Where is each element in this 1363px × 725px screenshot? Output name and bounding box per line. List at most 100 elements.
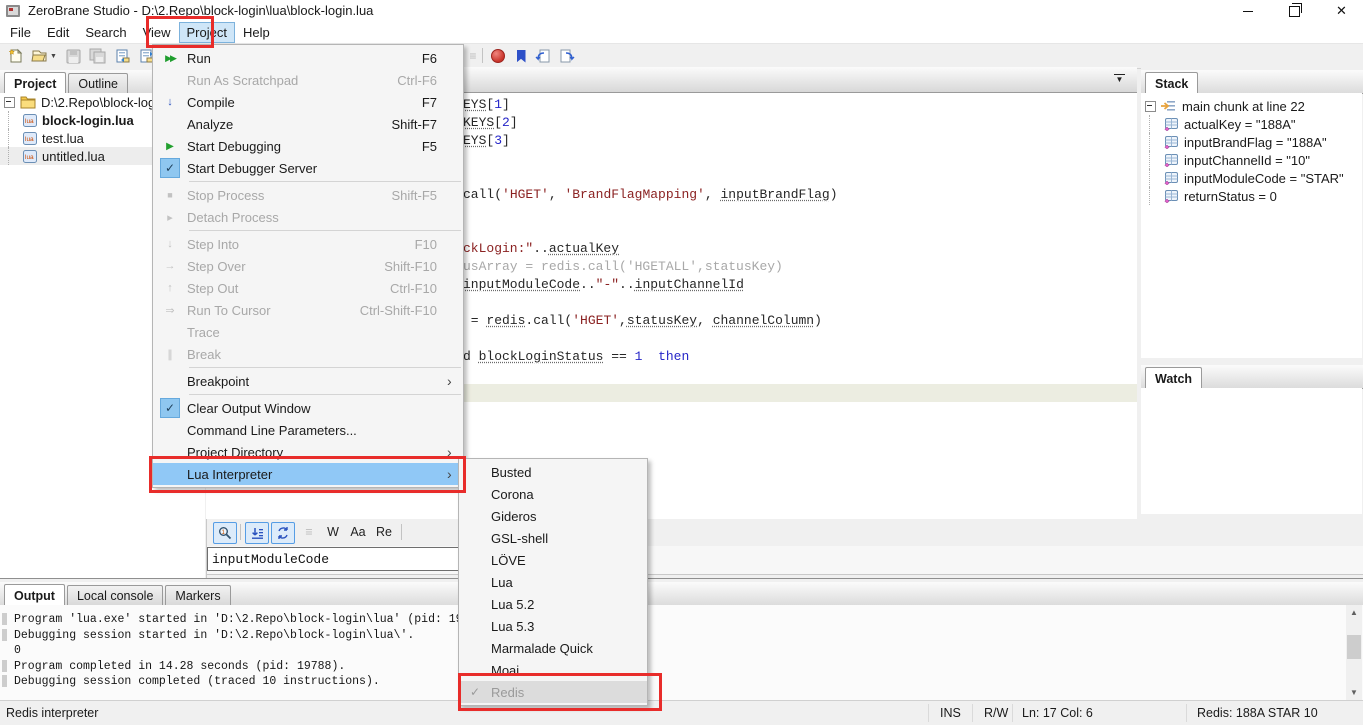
- stack-variable-row[interactable]: inputChannelId = "10": [1141, 151, 1362, 169]
- scrollbar-thumb[interactable]: [1347, 635, 1361, 659]
- wrap-around-icon[interactable]: [271, 522, 295, 544]
- status-cursor-position: Ln: 17 Col: 6: [1022, 706, 1093, 720]
- code-line-15[interactable]: d blockLoginStatus == 1 then: [463, 348, 689, 366]
- menu-item-step-into[interactable]: ↓Step IntoF10: [153, 233, 463, 255]
- submenu-item-marmalade-quick[interactable]: Marmalade Quick: [459, 637, 647, 659]
- code-line-13[interactable]: = redis.call('HGET',statusKey, channelCo…: [463, 312, 822, 330]
- tab-outline[interactable]: Outline: [68, 73, 128, 93]
- submenu-item-redis[interactable]: ✓Redis: [459, 681, 647, 703]
- restore-button[interactable]: [1272, 0, 1317, 22]
- code-token: ..: [533, 241, 549, 256]
- code-line-9[interactable]: ckLogin:"..actualKey: [463, 240, 619, 258]
- open-file-icon[interactable]: [30, 47, 48, 65]
- tab-list-dropdown-icon[interactable]: ▼: [1114, 74, 1125, 85]
- menu-item-run[interactable]: ▶▶RunF6: [153, 47, 463, 69]
- tab-markers[interactable]: Markers: [165, 585, 230, 605]
- menu-item-start-debugger-server[interactable]: ✓Start Debugger Server: [153, 157, 463, 179]
- menu-item-compile[interactable]: ↓CompileF7: [153, 91, 463, 113]
- menu-item-breakpoint[interactable]: Breakpoint›: [153, 370, 463, 392]
- stack-variable-row[interactable]: returnStatus = 0: [1141, 187, 1362, 205]
- output-log[interactable]: Program 'lua.exe' started in 'D:\2.Repo\…: [0, 605, 1363, 708]
- code-token: 'BrandFlagMapping': [564, 187, 704, 202]
- code-token: channelColumn: [713, 313, 814, 328]
- search-down-icon[interactable]: [245, 522, 269, 544]
- submenu-item-lua[interactable]: Lua: [459, 571, 647, 593]
- regex-button[interactable]: Re: [373, 522, 395, 542]
- scroll-down-icon[interactable]: ▼: [1348, 688, 1360, 697]
- stack-variable-row[interactable]: inputBrandFlag = "188A": [1141, 133, 1362, 151]
- code-token: [642, 349, 658, 364]
- tab-output[interactable]: Output: [4, 584, 65, 606]
- watch-list[interactable]: [1141, 388, 1362, 514]
- submenu-item-corona[interactable]: Corona: [459, 483, 647, 505]
- stack-variable-row[interactable]: actualKey = "188A": [1141, 115, 1362, 133]
- close-button[interactable]: ✕: [1319, 0, 1363, 22]
- tab-watch[interactable]: Watch: [1145, 367, 1202, 389]
- code-line-10[interactable]: usArray = redis.call('HGETALL',statusKey…: [463, 258, 783, 276]
- open-file-dropdown-icon[interactable]: ▼: [50, 53, 57, 60]
- tab-project[interactable]: Project: [4, 72, 66, 94]
- menu-item-start-debugging[interactable]: ▶Start DebuggingF5: [153, 135, 463, 157]
- code-token: ,: [619, 313, 627, 328]
- submenu-item-gsl-shell[interactable]: GSL-shell: [459, 527, 647, 549]
- match-case-button[interactable]: Aa: [347, 522, 369, 542]
- submenu-item-l-ve[interactable]: LÖVE: [459, 549, 647, 571]
- find-toolbar: 1 ≡ W Aa Re: [207, 520, 1363, 547]
- indent-icon: ≡: [464, 47, 482, 65]
- menubar-item-project[interactable]: Project: [179, 22, 235, 43]
- menu-item-project-directory[interactable]: Project Directory›: [153, 441, 463, 463]
- tab-local-console[interactable]: Local console: [67, 585, 163, 605]
- output-scrollbar[interactable]: ▲ ▼: [1346, 605, 1362, 700]
- step-into-icon: ↓: [167, 238, 173, 250]
- stack-variable-row[interactable]: inputModuleCode = "STAR": [1141, 169, 1362, 187]
- submenu-item-busted[interactable]: Busted: [459, 461, 647, 483]
- tree-connector: [8, 147, 21, 165]
- bookmark-prev-icon[interactable]: [534, 47, 552, 65]
- stack-variable-label: inputChannelId = "10": [1184, 153, 1310, 168]
- submenu-item-moai[interactable]: Moai: [459, 659, 647, 681]
- project-open-dir-icon[interactable]: [114, 47, 132, 65]
- menu-item-detach-process[interactable]: ▸Detach Process: [153, 206, 463, 228]
- menubar-item-search[interactable]: Search: [77, 22, 134, 43]
- toggle-breakpoint-icon[interactable]: [489, 47, 507, 65]
- menu-item-step-over[interactable]: →Step OverShift-F10: [153, 255, 463, 277]
- scroll-up-icon[interactable]: ▲: [1348, 608, 1360, 617]
- menu-item-break[interactable]: ∥Break: [153, 343, 463, 365]
- collapse-icon[interactable]: [4, 97, 15, 108]
- menu-item-run-as-scratchpad[interactable]: Run As ScratchpadCtrl-F6: [153, 69, 463, 91]
- submenu-item-gideros[interactable]: Gideros: [459, 505, 647, 527]
- new-file-icon[interactable]: [6, 47, 24, 65]
- code-line-2[interactable]: KEYS[2]: [463, 114, 518, 132]
- menubar-item-help[interactable]: Help: [235, 22, 278, 43]
- code-line-11[interactable]: inputModuleCode.."-"..inputChannelId: [463, 276, 744, 294]
- menu-item-clear-output-window[interactable]: ✓Clear Output Window: [153, 397, 463, 419]
- menu-item-command-line-parameters[interactable]: Command Line Parameters...: [153, 419, 463, 441]
- code-line-3[interactable]: EYS[3]: [463, 132, 510, 150]
- submenu-item-lua-5-3[interactable]: Lua 5.3: [459, 615, 647, 637]
- menubar-item-view[interactable]: View: [135, 22, 179, 43]
- zerobrane-studio-window: ZeroBrane Studio - D:\2.Repo\block-login…: [0, 0, 1363, 725]
- submenu-item-lua-5-2[interactable]: Lua 5.2: [459, 593, 647, 615]
- variable-icon: [1164, 136, 1178, 149]
- code-line-1[interactable]: EYS[1]: [463, 96, 510, 114]
- menubar-item-file[interactable]: File: [2, 22, 39, 43]
- menu-item-lua-interpreter[interactable]: Lua Interpreter›: [153, 463, 463, 485]
- menu-item-run-to-cursor[interactable]: ⇒Run To CursorCtrl-Shift-F10: [153, 299, 463, 321]
- tab-stack[interactable]: Stack: [1145, 72, 1198, 94]
- minimize-button[interactable]: [1225, 0, 1270, 22]
- menu-item-analyze[interactable]: AnalyzeShift-F7: [153, 113, 463, 135]
- compile-icon: ↓: [167, 96, 173, 108]
- toggle-bookmark-icon[interactable]: [512, 47, 530, 65]
- menu-item-trace[interactable]: Trace: [153, 321, 463, 343]
- find-icon[interactable]: 1: [213, 522, 237, 544]
- bookmark-next-icon[interactable]: [558, 47, 576, 65]
- stack-frame-row[interactable]: main chunk at line 22: [1141, 97, 1362, 115]
- code-token: actualKey: [549, 241, 619, 256]
- find-input[interactable]: [207, 547, 469, 571]
- code-line-6[interactable]: call('HGET', 'BrandFlagMapping', inputBr…: [463, 186, 838, 204]
- menubar-item-edit[interactable]: Edit: [39, 22, 77, 43]
- whole-word-button[interactable]: W: [323, 522, 343, 542]
- menu-item-step-out[interactable]: ↑Step OutCtrl-F10: [153, 277, 463, 299]
- collapse-icon[interactable]: [1145, 101, 1156, 112]
- menu-item-stop-process[interactable]: ■Stop ProcessShift-F5: [153, 184, 463, 206]
